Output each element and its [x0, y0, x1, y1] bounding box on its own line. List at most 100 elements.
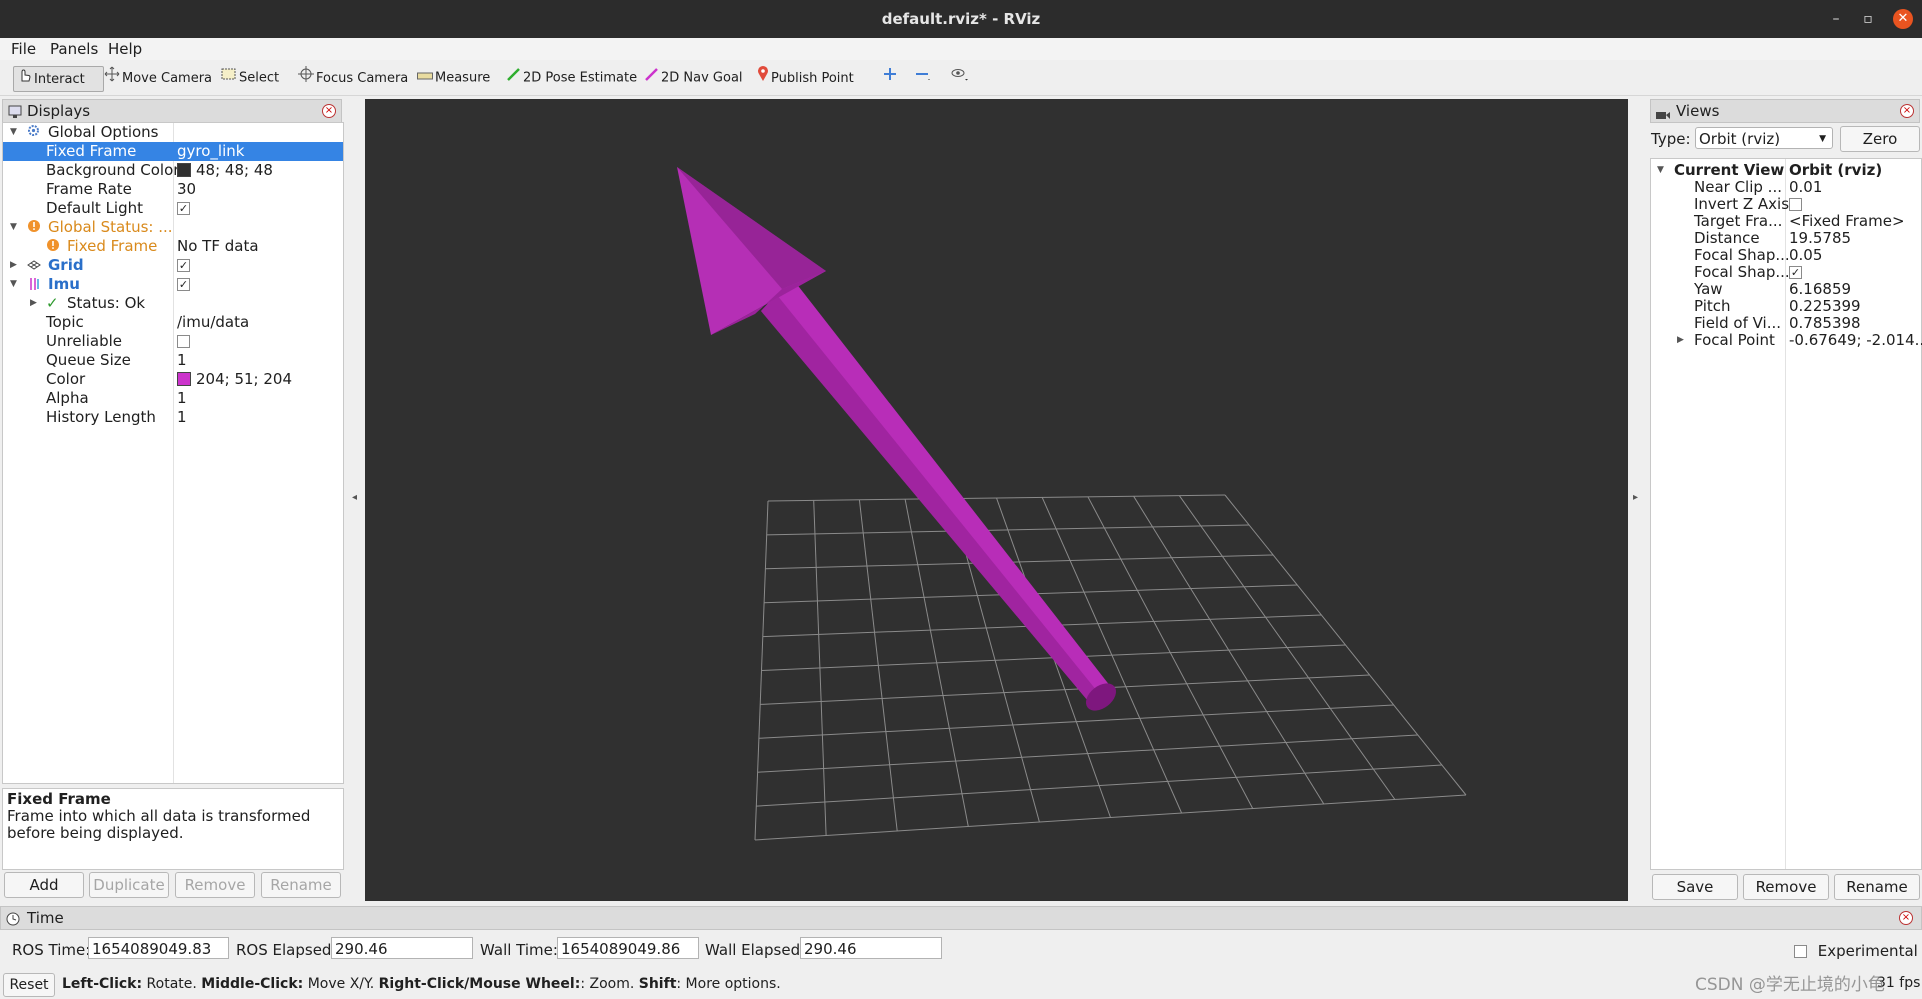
focus-camera-tool-button[interactable]: Focus Camera	[294, 66, 412, 90]
add-tool-plus-icon[interactable]	[879, 66, 901, 90]
grid-display-row[interactable]: ▶ Grid ✓	[3, 256, 343, 275]
background-color-row[interactable]: Background Color 48; 48; 48	[3, 161, 343, 180]
history-length-row[interactable]: History Length 1	[3, 408, 343, 427]
remove-view-button[interactable]: Remove	[1743, 874, 1829, 900]
maximize-button[interactable]: ▫	[1858, 9, 1878, 29]
time-title: Time	[27, 909, 64, 927]
map-pin-icon	[757, 66, 769, 91]
grid-enabled-checkbox[interactable]: ✓	[177, 259, 190, 272]
topic-label: Topic	[46, 313, 84, 331]
expand-arrow-icon[interactable]: ▼	[10, 275, 17, 294]
wall-time-field[interactable]: 1654089049.86	[557, 937, 699, 959]
tool-properties-eye-icon[interactable]	[946, 66, 974, 90]
save-view-button[interactable]: Save	[1652, 874, 1738, 900]
alpha-row[interactable]: Alpha 1	[3, 389, 343, 408]
expand-arrow-icon[interactable]: ▼	[10, 218, 17, 237]
status-fixed-frame-row[interactable]: Fixed Frame No TF data	[3, 237, 343, 256]
pose-estimate-tool-button[interactable]: 2D Pose Estimate	[503, 66, 641, 90]
focal-shape-fixed-checkbox[interactable]: ✓	[1789, 266, 1802, 279]
expand-arrow-icon[interactable]: ▼	[10, 123, 17, 142]
focal-point-row[interactable]: ▶ Focal Point -0.67649; -2.014...	[1651, 331, 1922, 350]
measure-tool-button[interactable]: Measure	[413, 66, 494, 90]
warning-icon	[46, 238, 60, 257]
left-click-key: Left-Click:	[62, 976, 143, 992]
ros-time-label: ROS Time:	[12, 941, 91, 959]
camera-icon	[1655, 105, 1671, 127]
move-camera-tool-button[interactable]: Move Camera	[100, 66, 216, 90]
color-value[interactable]: 204; 51; 204	[196, 370, 292, 388]
close-time-icon[interactable]: ×	[1899, 911, 1913, 925]
ros-time-field[interactable]: 1654089049.83	[88, 937, 229, 959]
interact-tool-button[interactable]: Interact	[13, 66, 104, 92]
global-options-row[interactable]: ▼ Global Options	[3, 123, 343, 142]
right-splitter-handle[interactable]: ▸	[1633, 492, 1638, 503]
view-type-select[interactable]: Orbit (rviz) ▼	[1695, 127, 1833, 149]
measure-label: Measure	[435, 70, 491, 86]
fixed-frame-row[interactable]: Fixed Frame gyro_link	[3, 142, 343, 161]
frame-rate-value[interactable]: 30	[177, 180, 196, 199]
menu-panels[interactable]: Panels	[50, 40, 98, 58]
rename-display-button[interactable]: Rename	[261, 872, 341, 898]
close-window-button[interactable]: ✕	[1893, 9, 1913, 29]
ros-elapsed-field[interactable]: 290.46	[331, 937, 473, 959]
imu-enabled-checkbox[interactable]: ✓	[177, 278, 190, 291]
checkmark-icon: ✓	[46, 294, 59, 312]
imu-status-row[interactable]: ▶ ✓ Status: Ok	[3, 294, 343, 313]
color-row[interactable]: Color 204; 51; 204	[3, 370, 343, 389]
zero-view-button[interactable]: Zero	[1840, 126, 1920, 152]
fixed-frame-value[interactable]: gyro_link	[177, 142, 244, 161]
ros-elapsed-label: ROS Elapsed:	[236, 941, 337, 959]
focal-point-value[interactable]: -0.67649; -2.014...	[1789, 331, 1922, 350]
wall-elapsed-field[interactable]: 290.46	[800, 937, 942, 959]
duplicate-display-button[interactable]: Duplicate	[89, 872, 169, 898]
color-label: Color	[46, 370, 86, 388]
invert-z-checkbox[interactable]	[1789, 198, 1802, 211]
reset-button[interactable]: Reset	[3, 973, 55, 997]
topic-value[interactable]: /imu/data	[177, 313, 249, 332]
grid-line	[756, 764, 1442, 807]
queue-size-row[interactable]: Queue Size 1	[3, 351, 343, 370]
status-fixed-frame-label: Fixed Frame	[67, 237, 158, 255]
background-color-value[interactable]: 48; 48; 48	[196, 161, 273, 179]
menu-file[interactable]: File	[11, 40, 36, 58]
3d-render-viewport[interactable]	[365, 99, 1628, 901]
minimize-button[interactable]: –	[1826, 9, 1846, 29]
pose-estimate-label: 2D Pose Estimate	[523, 70, 638, 86]
shift-key: Shift	[638, 976, 677, 992]
collapse-arrow-icon[interactable]: ▶	[1677, 331, 1684, 350]
collapse-arrow-icon[interactable]: ▶	[10, 256, 17, 275]
background-color-swatch[interactable]	[177, 162, 191, 177]
toolbar: Interact Move Camera Select Focus Camera…	[0, 61, 1922, 96]
nav-goal-tool-button[interactable]: 2D Nav Goal	[641, 66, 747, 90]
views-panel-header: Views ×	[1650, 99, 1920, 123]
experimental-checkbox[interactable]	[1794, 945, 1807, 958]
menu-help[interactable]: Help	[108, 40, 142, 58]
history-length-value[interactable]: 1	[177, 408, 187, 427]
global-status-row[interactable]: ▼ Global Status: ...	[3, 218, 343, 237]
select-tool-button[interactable]: Select	[217, 66, 283, 90]
experimental-toggle[interactable]: Experimental	[1794, 942, 1918, 960]
left-splitter-handle[interactable]: ◂	[352, 492, 357, 503]
alpha-value[interactable]: 1	[177, 389, 187, 408]
default-light-checkbox[interactable]: ✓	[177, 202, 190, 215]
imu-display-row[interactable]: ▼ Imu ✓	[3, 275, 343, 294]
add-display-button[interactable]: Add	[4, 872, 84, 898]
rename-view-button[interactable]: Rename	[1834, 874, 1920, 900]
move-camera-label: Move Camera	[122, 71, 213, 86]
default-light-row[interactable]: Default Light ✓	[3, 199, 343, 218]
close-views-icon[interactable]: ×	[1900, 104, 1914, 118]
remove-tool-minus-icon[interactable]	[911, 66, 935, 90]
select-label: Select	[239, 70, 280, 86]
topic-row[interactable]: Topic /imu/data	[3, 313, 343, 332]
unreliable-row[interactable]: Unreliable	[3, 332, 343, 351]
frame-rate-row[interactable]: Frame Rate 30	[3, 180, 343, 199]
publish-point-tool-button[interactable]: Publish Point	[753, 66, 858, 90]
remove-display-button[interactable]: Remove	[175, 872, 255, 898]
queue-size-value[interactable]: 1	[177, 351, 187, 370]
default-light-label: Default Light	[46, 199, 144, 217]
unreliable-checkbox[interactable]	[177, 335, 190, 348]
collapse-arrow-icon[interactable]: ▶	[30, 294, 37, 313]
close-displays-icon[interactable]: ×	[322, 104, 336, 118]
green-arrow-icon	[507, 66, 521, 90]
color-swatch[interactable]	[177, 371, 191, 386]
